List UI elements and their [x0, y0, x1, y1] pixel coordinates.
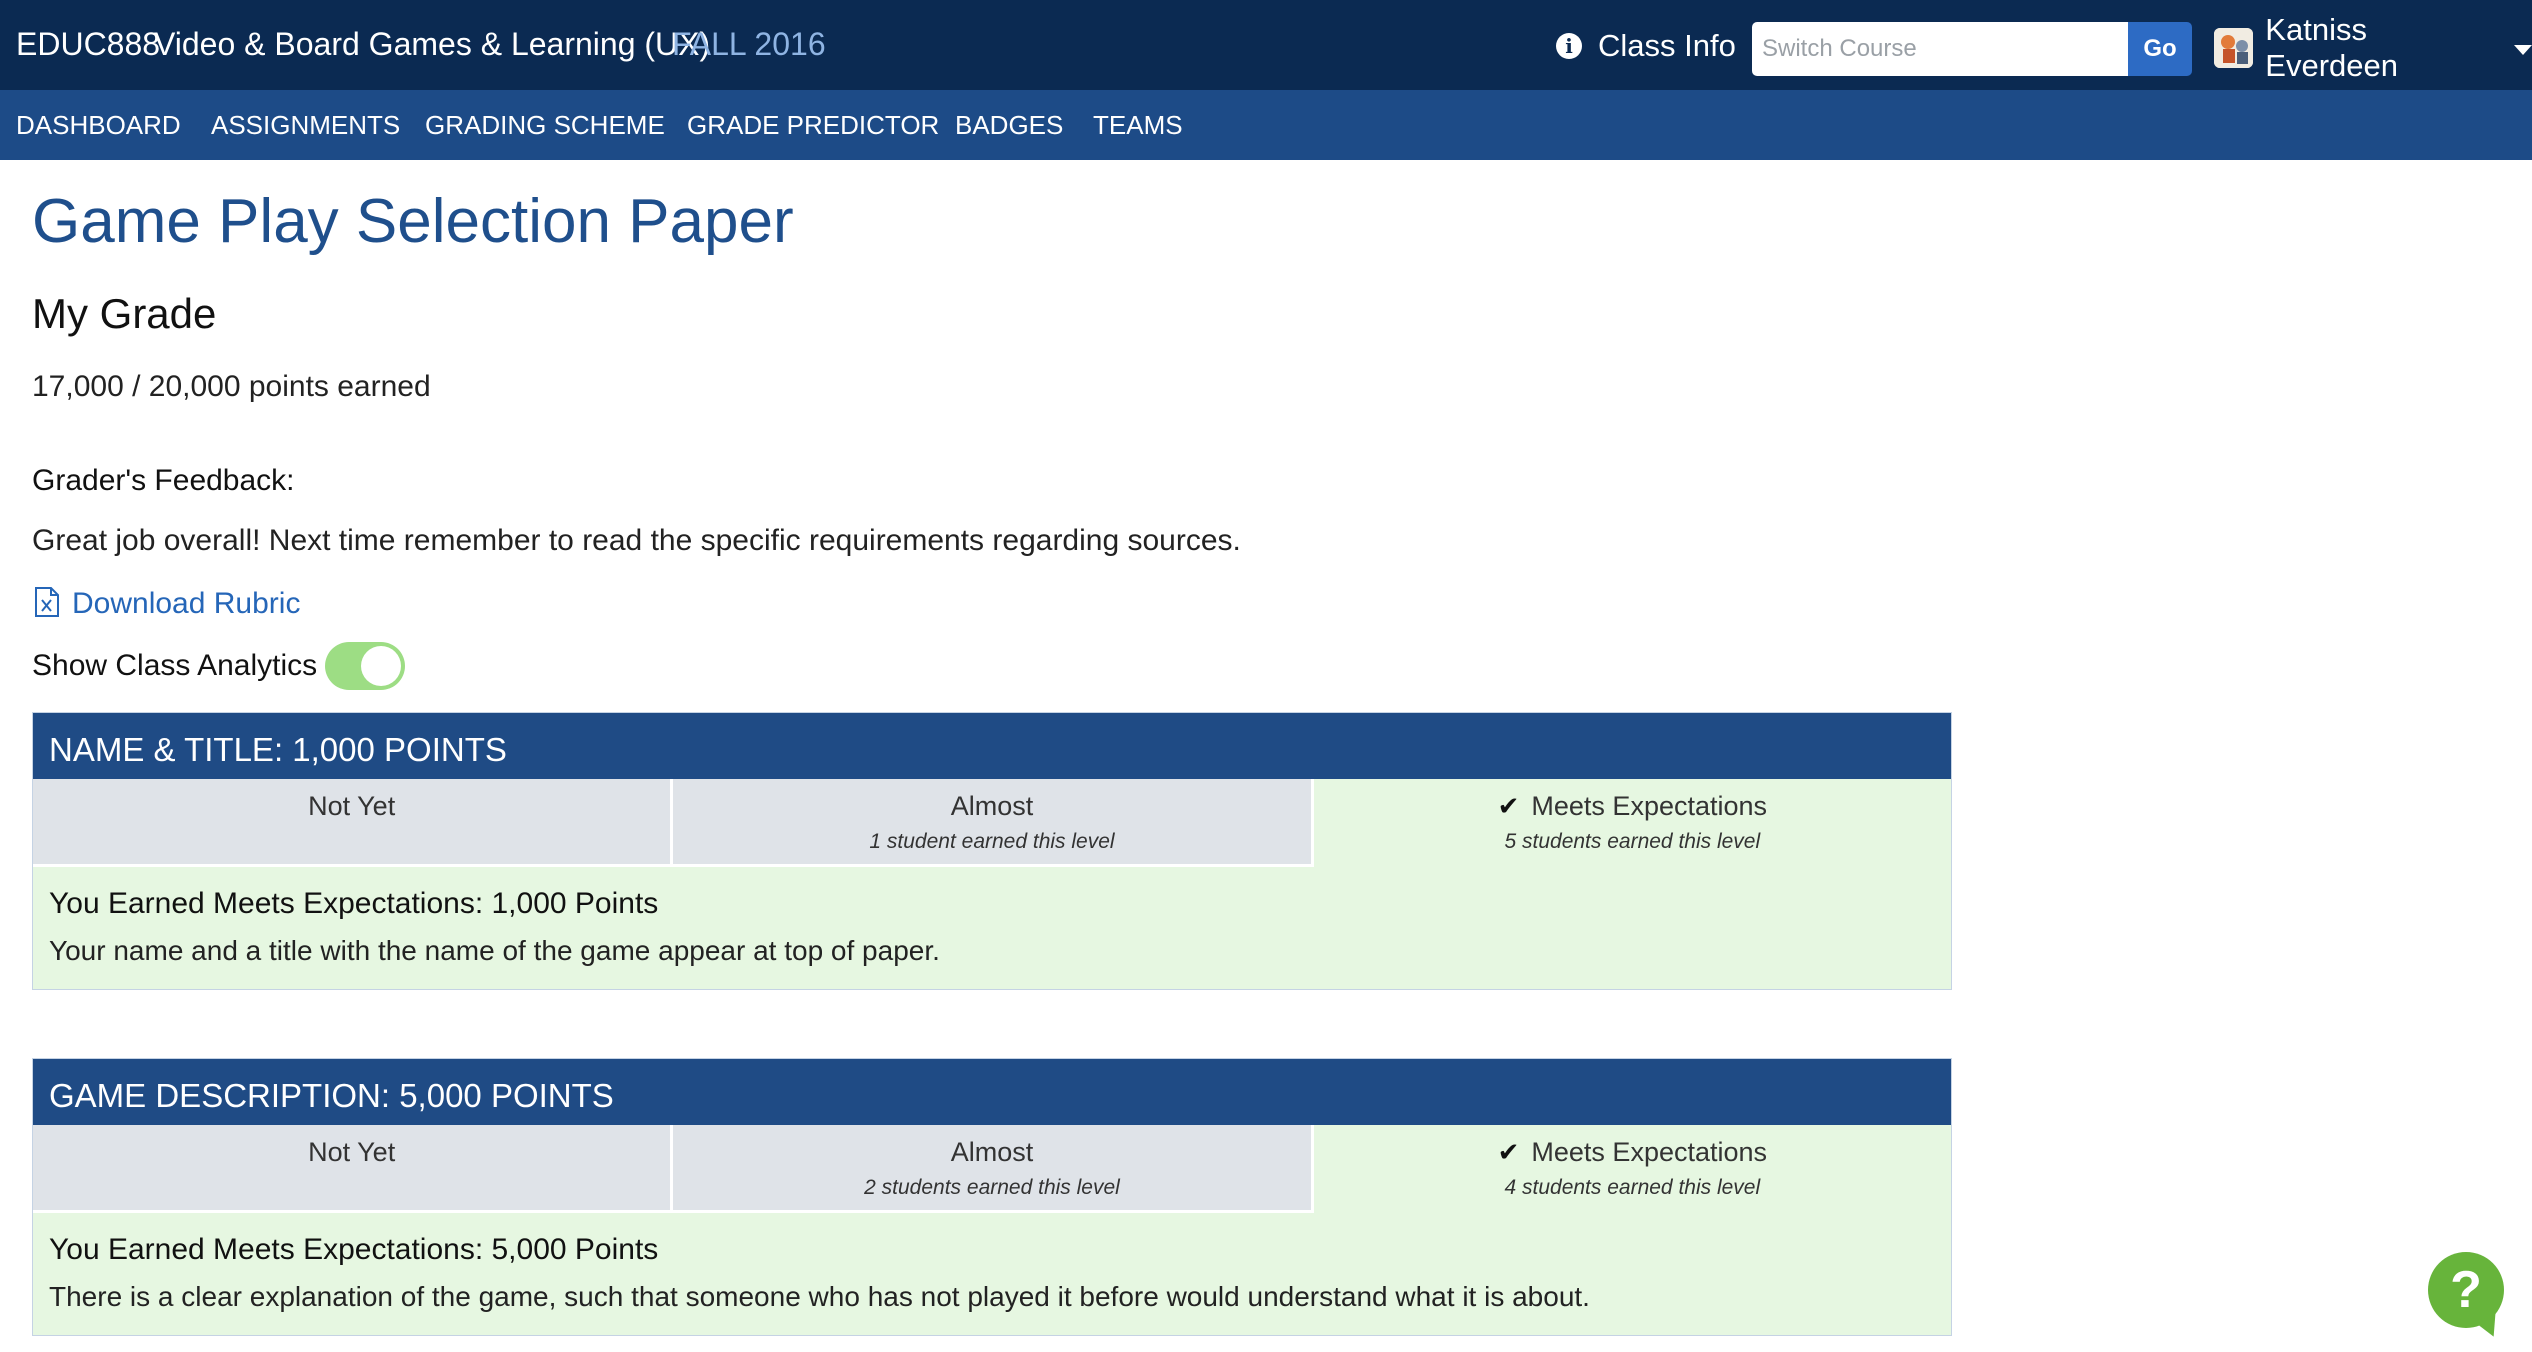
level-count: 5 students earned this level: [1504, 830, 1761, 853]
help-icon[interactable]: ?: [2428, 1252, 2504, 1328]
check-icon: ✔: [1497, 1137, 1520, 1167]
top-bar: EDUC888 Video & Board Games & Learning (…: [0, 0, 2532, 90]
grade-heading: My Grade: [32, 290, 217, 337]
download-rubric-link[interactable]: Download Rubric: [34, 586, 300, 622]
info-icon: i: [1556, 33, 1582, 59]
level-title: Not Yet: [308, 791, 396, 821]
earned-level: You Earned Meets Expectations: 5,000 Poi…: [33, 1213, 1951, 1335]
toggle-knob: [361, 646, 402, 686]
criterion-header: GAME DESCRIPTION: 5,000 POINTS: [33, 1059, 1951, 1125]
criterion-header: NAME & TITLE: 1,000 POINTS: [33, 713, 1951, 779]
feedback-text: Great job overall! Next time remember to…: [32, 524, 1241, 557]
level-title: Almost: [950, 1137, 1034, 1167]
rubric-criterion: GAME DESCRIPTION: 5,000 POINTS Not Yet A…: [32, 1058, 1952, 1336]
level-almost: Almost 2 students earned this level: [673, 1125, 1314, 1213]
criterion-levels: Not Yet Almost 2 students earned this le…: [33, 1125, 1951, 1213]
level-not-yet: Not Yet: [33, 779, 674, 867]
nav-grading-scheme[interactable]: GRADING SCHEME: [425, 110, 665, 141]
go-button[interactable]: Go: [2128, 22, 2192, 76]
class-analytics-toggle[interactable]: [325, 642, 406, 690]
download-rubric-label: Download Rubric: [72, 587, 301, 620]
user-name: Katniss Everdeen: [2265, 12, 2399, 83]
earned-level: You Earned Meets Expectations: 1,000 Poi…: [33, 867, 1951, 989]
caret-down-icon: [2514, 45, 2532, 55]
earned-description: Your name and a title with the name of t…: [49, 935, 940, 966]
avatar: [2214, 28, 2254, 68]
page-title: Game Play Selection Paper: [32, 187, 794, 256]
check-icon: ✔: [1497, 791, 1520, 821]
course-code[interactable]: EDUC888: [16, 26, 160, 63]
course-term: FALL 2016: [672, 26, 826, 62]
switch-course-input[interactable]: [1752, 22, 2128, 76]
earned-title: You Earned Meets Expectations: 1,000 Poi…: [49, 887, 659, 920]
level-meets-expectations: ✔ Meets Expectations 4 students earned t…: [1313, 1125, 1951, 1213]
level-count: 2 students earned this level: [864, 1176, 1120, 1199]
earned-description: There is a clear explanation of the game…: [49, 1281, 1590, 1312]
main-nav: DASHBOARD ASSIGNMENTS GRADING SCHEME GRA…: [0, 90, 2532, 160]
class-analytics-label: Show Class Analytics: [32, 649, 318, 682]
level-title: Meets Expectations: [1531, 791, 1768, 821]
rubric-criterion: NAME & TITLE: 1,000 POINTS Not Yet Almos…: [32, 712, 1952, 990]
excel-file-icon: [34, 586, 60, 623]
level-title: Not Yet: [308, 1137, 396, 1167]
criterion-levels: Not Yet Almost 1 student earned this lev…: [33, 779, 1951, 867]
nav-grade-predictor[interactable]: GRADE PREDICTOR: [687, 110, 939, 141]
class-info-link[interactable]: i Class Info: [1556, 26, 1736, 66]
nav-assignments[interactable]: ASSIGNMENTS: [211, 110, 400, 141]
nav-teams[interactable]: TEAMS: [1093, 110, 1183, 141]
nav-badges[interactable]: BADGES: [955, 110, 1063, 141]
level-meets-expectations: ✔ Meets Expectations 5 students earned t…: [1313, 779, 1951, 867]
level-count: 4 students earned this level: [1504, 1176, 1761, 1199]
class-info-label: Class Info: [1598, 28, 1736, 63]
earned-title: You Earned Meets Expectations: 5,000 Poi…: [49, 1233, 659, 1266]
user-menu[interactable]: Katniss Everdeen: [2214, 12, 2532, 83]
feedback-label: Grader's Feedback:: [32, 464, 295, 497]
level-count: 1 student earned this level: [869, 830, 1115, 853]
nav-dashboard[interactable]: DASHBOARD: [16, 110, 181, 141]
level-not-yet: Not Yet: [33, 1125, 674, 1213]
course-name[interactable]: Video & Board Games & Learning (UX): [154, 26, 710, 63]
class-analytics-row: Show Class Analytics: [32, 640, 406, 692]
level-title: Meets Expectations: [1531, 1137, 1768, 1167]
points-earned: 17,000 / 20,000 points earned: [32, 370, 431, 403]
level-almost: Almost 1 student earned this level: [673, 779, 1314, 867]
level-title: Almost: [950, 791, 1034, 821]
